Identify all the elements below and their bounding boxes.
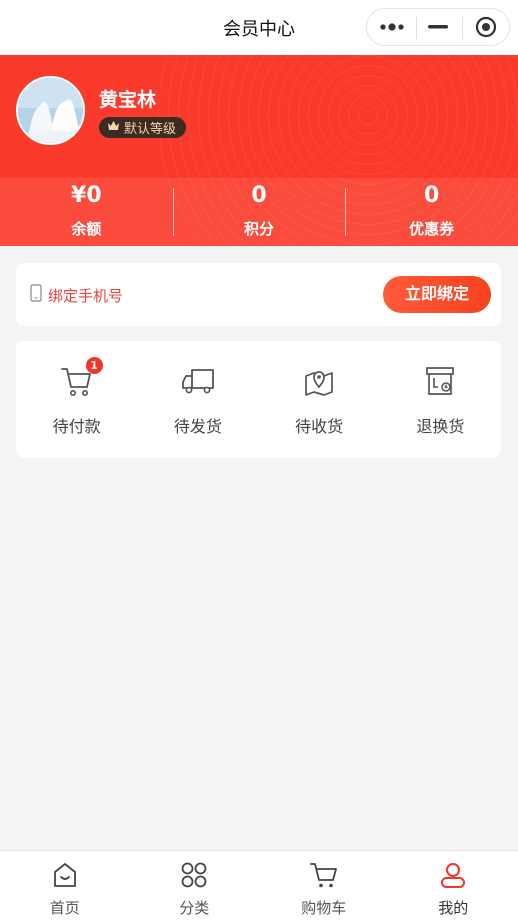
stat-value: ¥0 (71, 183, 102, 208)
bind-phone-prompt: 绑定手机号 (30, 284, 123, 306)
member-level-badge: 默认等级 (99, 117, 187, 138)
top-nav-bar: 会员中心 (0, 0, 518, 55)
order-returns[interactable]: 退换货 (380, 341, 501, 458)
avatar[interactable] (16, 76, 85, 145)
category-icon (180, 861, 208, 893)
tab-label: 我的 (438, 899, 469, 917)
minimize-icon[interactable] (415, 9, 461, 45)
order-shortcuts: 1 待付款 待发货 待收货 退换货 (16, 341, 501, 458)
bind-phone-card: 绑定手机号 立即绑定 (16, 263, 501, 326)
order-to-receive[interactable]: 待收货 (259, 341, 380, 458)
cart-icon (309, 861, 339, 893)
map-pin-icon (303, 363, 335, 399)
cart-icon: 1 (60, 357, 103, 399)
bottom-tab-bar: 首页 分类 购物车 我的 (0, 850, 518, 920)
bind-phone-label: 绑定手机号 (48, 286, 124, 305)
account-stats: ¥0 余额 0 积分 0 优惠券 (0, 178, 518, 246)
stat-points[interactable]: 0 积分 (172, 178, 346, 246)
phone-icon (30, 284, 42, 306)
tab-mine[interactable]: 我的 (389, 851, 518, 920)
stat-label: 积分 (244, 220, 275, 238)
pending-payment-badge: 1 (85, 357, 103, 374)
stat-coupons[interactable]: 0 优惠券 (345, 178, 518, 246)
tab-label: 购物车 (301, 899, 347, 917)
tab-label: 首页 (49, 899, 80, 917)
stat-value: 0 (251, 183, 267, 208)
profile-header: 黄宝林 默认等级 ¥0 余额 0 积分 0 优惠券 (0, 55, 518, 246)
bind-now-button[interactable]: 立即绑定 (383, 276, 491, 313)
member-level-label: 默认等级 (124, 122, 177, 137)
truck-icon (180, 363, 216, 399)
stat-label: 余额 (71, 220, 102, 238)
tab-home[interactable]: 首页 (0, 851, 130, 920)
order-label: 待付款 (52, 417, 101, 436)
order-label: 待收货 (295, 417, 344, 436)
user-name: 黄宝林 (99, 89, 157, 111)
tab-label: 分类 (179, 899, 210, 917)
order-to-ship[interactable]: 待发货 (137, 341, 258, 458)
home-icon (51, 861, 79, 893)
stat-value: 0 (424, 183, 440, 208)
user-icon (439, 861, 467, 893)
order-label: 退换货 (416, 417, 465, 436)
close-target-icon[interactable] (463, 9, 509, 45)
order-pending-payment[interactable]: 1 待付款 (16, 341, 137, 458)
order-label: 待发货 (173, 417, 222, 436)
tab-cart[interactable]: 购物车 (259, 851, 389, 920)
mini-program-capsule (366, 8, 510, 46)
crown-icon (107, 120, 120, 135)
stat-label: 优惠券 (409, 220, 455, 238)
tab-category[interactable]: 分类 (130, 851, 260, 920)
more-icon[interactable] (369, 9, 415, 45)
return-box-icon (424, 363, 456, 399)
stat-balance[interactable]: ¥0 余额 (0, 178, 173, 246)
